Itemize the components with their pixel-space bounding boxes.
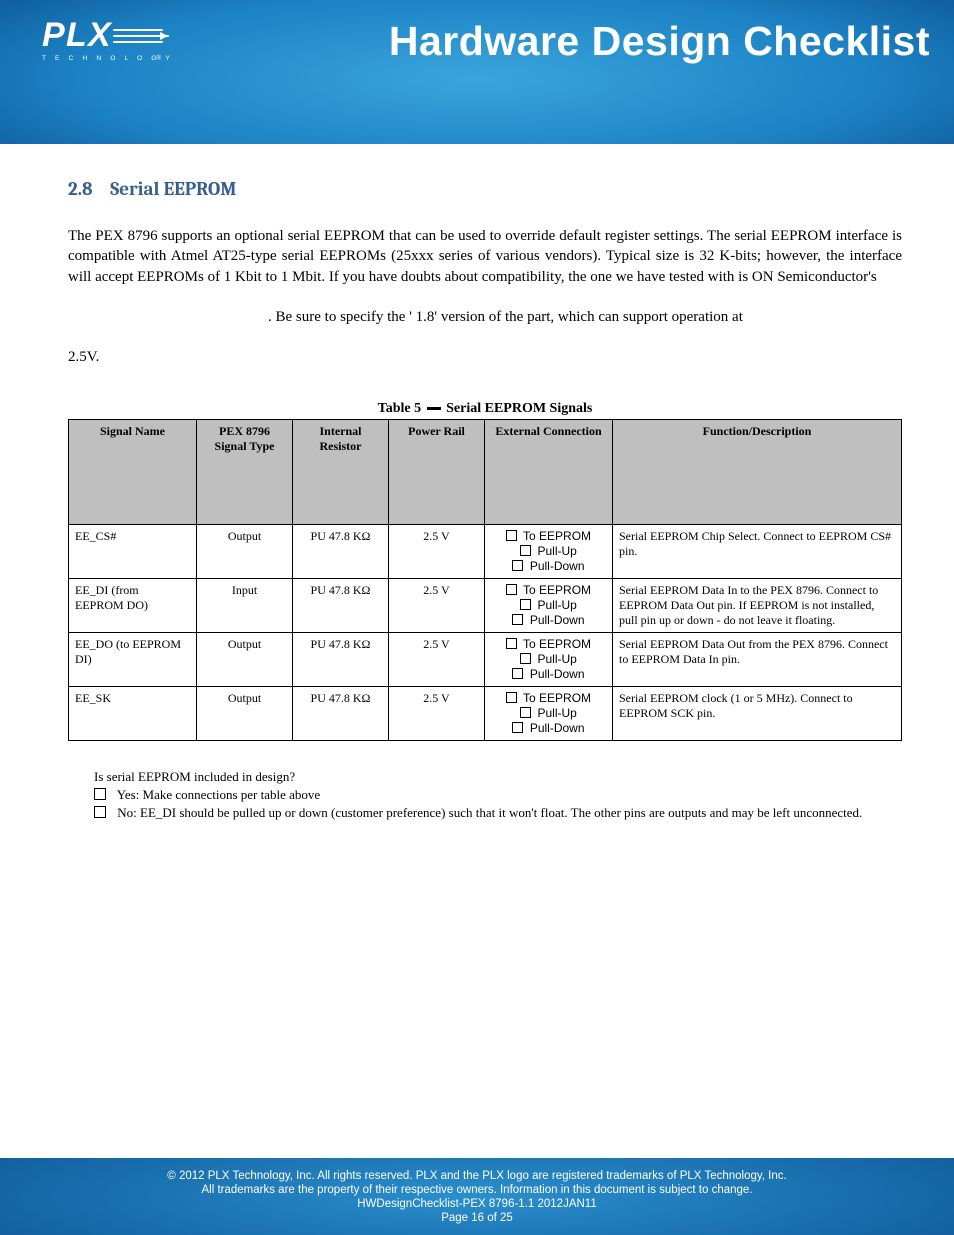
checkbox-icon[interactable]: [506, 692, 517, 703]
col-rail: Power Rail: [389, 420, 485, 525]
footer-line: © 2012 PLX Technology, Inc. All rights r…: [0, 1170, 954, 1182]
checkbox-icon[interactable]: [506, 584, 517, 595]
col-signal: Signal Name: [69, 420, 197, 525]
cell-connection: To EEPROM Pull-Up Pull-Down: [485, 633, 613, 687]
post-table-checklist: Is serial EEPROM included in design? Yes…: [94, 769, 902, 821]
post-question: Is serial EEPROM included in design?: [94, 769, 902, 785]
checkbox-icon[interactable]: [520, 599, 531, 610]
intro-paragraph-2: . Be sure to specify the ' 1.8' version …: [268, 307, 902, 327]
col-type: PEX 8796 Signal Type: [197, 420, 293, 525]
col-conn: External Connection: [485, 420, 613, 525]
checkbox-icon[interactable]: [512, 560, 523, 571]
svg-text:L: L: [66, 16, 87, 54]
footer-line: Page 16 of 25: [0, 1212, 954, 1224]
cell-func: Serial EEPROM Data Out from the PEX 8796…: [613, 633, 902, 687]
checkbox-icon[interactable]: [520, 653, 531, 664]
cell-int: PU 47.8 KΩ: [293, 525, 389, 579]
table-caption: Table 5 Serial EEPROM Signals: [68, 401, 902, 417]
table-header-row: Signal Name PEX 8796 Signal Type Interna…: [69, 420, 902, 525]
checkbox-icon[interactable]: [506, 638, 517, 649]
cell-func: Serial EEPROM clock (1 or 5 MHz). Connec…: [613, 687, 902, 741]
cell-rail: 2.5 V: [389, 579, 485, 633]
checkbox-icon[interactable]: [520, 707, 531, 718]
checkbox-icon[interactable]: [512, 722, 523, 733]
header-banner: P L X T E C H N O L O G Y ® Hardware Des…: [0, 0, 954, 144]
cell-type: Input: [197, 579, 293, 633]
cell-type: Output: [197, 525, 293, 579]
intro-paragraph-3: 2.5V.: [68, 347, 902, 367]
svg-text:X: X: [86, 16, 113, 54]
post-no: No: EE_DI should be pulled up or down (c…: [94, 805, 902, 821]
checkbox-icon[interactable]: [94, 788, 106, 800]
svg-text:®: ®: [156, 54, 162, 62]
section-title: Serial EEPROM: [110, 178, 236, 200]
cell-signal: EE_DI (from EEPROM DO): [69, 579, 197, 633]
cell-type: Output: [197, 633, 293, 687]
cell-signal: EE_DO (to EEPROM DI): [69, 633, 197, 687]
cell-connection: To EEPROM Pull-Up Pull-Down: [485, 579, 613, 633]
cell-connection: To EEPROM Pull-Up Pull-Down: [485, 687, 613, 741]
checkbox-icon[interactable]: [506, 530, 517, 541]
cell-connection: To EEPROM Pull-Up Pull-Down: [485, 525, 613, 579]
cell-int: PU 47.8 KΩ: [293, 687, 389, 741]
checkbox-icon[interactable]: [512, 614, 523, 625]
footer-line: All trademarks are the property of their…: [0, 1184, 954, 1196]
cell-rail: 2.5 V: [389, 633, 485, 687]
table-row: EE_SKOutputPU 47.8 KΩ2.5 V To EEPROM Pul…: [69, 687, 902, 741]
footer-line: HWDesignChecklist-PEX 8796-1.1 2012JAN11: [0, 1198, 954, 1210]
cell-type: Output: [197, 687, 293, 741]
svg-text:T E C H N O L O G Y: T E C H N O L O G Y: [42, 55, 172, 62]
table-row: EE_DO (to EEPROM DI)OutputPU 47.8 KΩ2.5 …: [69, 633, 902, 687]
plx-logo-icon: P L X T E C H N O L O G Y ®: [42, 12, 172, 72]
col-internal: Internal Resistor: [293, 420, 389, 525]
section-number: 2.8: [68, 178, 106, 200]
cell-func: Serial EEPROM Chip Select. Connect to EE…: [613, 525, 902, 579]
svg-text:P: P: [42, 16, 65, 54]
table-row: EE_CS#OutputPU 47.8 KΩ2.5 V To EEPROM Pu…: [69, 525, 902, 579]
cell-rail: 2.5 V: [389, 525, 485, 579]
checkbox-icon[interactable]: [512, 668, 523, 679]
col-func: Function/Description: [613, 420, 902, 525]
checkbox-icon[interactable]: [520, 545, 531, 556]
section-heading: 2.8 Serial EEPROM: [68, 178, 902, 200]
cell-int: PU 47.8 KΩ: [293, 579, 389, 633]
cell-func: Serial EEPROM Data In to the PEX 8796. C…: [613, 579, 902, 633]
cell-int: PU 47.8 KΩ: [293, 633, 389, 687]
checkbox-icon[interactable]: [94, 806, 106, 818]
cell-rail: 2.5 V: [389, 687, 485, 741]
cell-signal: EE_SK: [69, 687, 197, 741]
banner-title: Hardware Design Checklist: [389, 18, 930, 65]
cell-signal: EE_CS#: [69, 525, 197, 579]
intro-paragraph-1: The PEX 8796 supports an optional serial…: [68, 226, 902, 287]
footer-banner: © 2012 PLX Technology, Inc. All rights r…: [0, 1158, 954, 1235]
eeprom-signals-table: Signal Name PEX 8796 Signal Type Interna…: [68, 419, 902, 741]
post-yes: Yes: Make connections per table above: [94, 787, 902, 803]
table-row: EE_DI (from EEPROM DO)InputPU 47.8 KΩ2.5…: [69, 579, 902, 633]
